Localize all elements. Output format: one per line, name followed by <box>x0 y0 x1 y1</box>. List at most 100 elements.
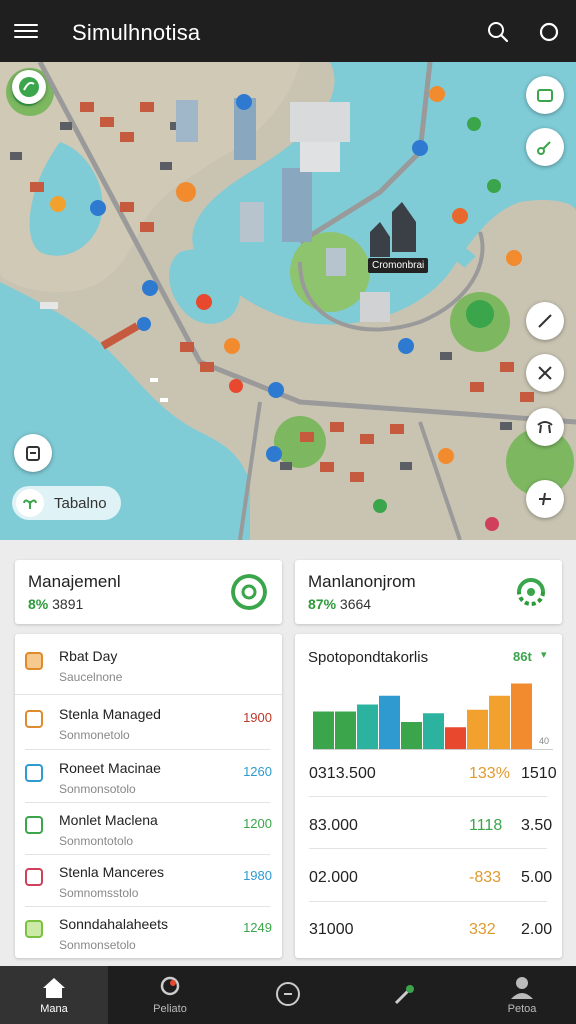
stat-title: Manajemenl <box>28 572 121 591</box>
stat-percent: 8% <box>28 596 49 612</box>
city-map[interactable]: Cromonbrai Tabalno <box>0 62 576 540</box>
chart-bar[interactable] <box>423 713 444 750</box>
draw-button[interactable] <box>526 302 564 340</box>
map-filter-chip[interactable]: Tabalno <box>12 486 121 520</box>
map-place-label[interactable]: Cromonbrai <box>368 258 429 273</box>
chart-bar[interactable] <box>379 695 400 750</box>
row-value-b: -833 <box>469 869 502 886</box>
chart-bar[interactable] <box>445 727 466 750</box>
chart-badge[interactable]: 86t <box>513 649 532 664</box>
calendar-icon <box>25 652 43 670</box>
menu-icon[interactable] <box>14 20 38 42</box>
list-item[interactable]: Roneet Macinae Sonmonsotolo 1260 <box>15 754 282 806</box>
chart-bar[interactable] <box>313 711 334 751</box>
nav-label: Peliato <box>153 1003 187 1015</box>
list-item-subtitle: Sonmonsetolo <box>59 938 136 952</box>
list-item-name: Stenla Managed <box>59 706 161 722</box>
document-button[interactable] <box>14 434 52 472</box>
list-item-name: Rbat Day <box>59 648 118 664</box>
divider <box>25 906 270 907</box>
list-item[interactable]: Stenla Manceres Somnomsstolo 1980 <box>15 858 282 910</box>
account-circle-icon[interactable] <box>537 20 561 44</box>
app-root: Simulhnotisa Cromonbrai Tabalno Manajeme… <box>0 0 576 1024</box>
list-item-name: Roneet Macinae <box>59 760 161 776</box>
plant-icon <box>16 489 44 517</box>
chart-bar[interactable] <box>489 695 510 750</box>
divider <box>25 802 270 803</box>
row-value-b: 133% <box>469 765 510 782</box>
chart-bar[interactable] <box>467 709 488 750</box>
list-item-subtitle: Sonmontotolo <box>59 834 134 848</box>
row-value-a: 31000 <box>309 921 354 938</box>
chart-bar[interactable] <box>335 711 356 751</box>
stat-number: 3664 <box>339 596 372 612</box>
list-item-value: 1260 <box>243 764 272 779</box>
stat-number: 3891 <box>52 596 84 612</box>
stat-value: 8% 3891 <box>28 596 83 612</box>
nav-label: Mana <box>40 1003 68 1015</box>
list-item-value: 1980 <box>243 868 272 883</box>
list-item-value: 1900 <box>243 710 272 725</box>
row-value-b: 1118 <box>469 817 503 834</box>
table-row[interactable]: 0313.500 133% 1510 <box>309 765 557 813</box>
table-button[interactable] <box>526 408 564 446</box>
row-value-c: 5.00 <box>521 869 553 886</box>
divider <box>309 796 547 797</box>
chart-title: Spotopondtakorlis <box>308 649 429 666</box>
table-row[interactable]: 31000 332 2.00 <box>309 921 552 969</box>
row-value-c: 1510 <box>521 765 557 782</box>
clock-icon <box>25 710 43 728</box>
profile-icon <box>511 977 533 999</box>
list-item[interactable]: Stenla Managed Sonmonetolo 1900 <box>15 700 282 752</box>
stat-card-management[interactable]: Manajemenl 8% 3891 <box>15 560 282 624</box>
tool-icon <box>394 985 414 1005</box>
chart-bar[interactable] <box>401 722 422 750</box>
chart-bar[interactable] <box>357 704 378 751</box>
route-button[interactable] <box>526 128 564 166</box>
list-item[interactable]: Rbat Day Saucelnone <box>15 642 282 694</box>
nav-home[interactable]: Mana <box>0 966 108 1024</box>
chart-bar[interactable] <box>511 683 532 751</box>
list-item-value: 1249 <box>243 920 272 935</box>
stat-card-maintenance[interactable]: Manlanonjrom 87% 3664 <box>295 560 562 624</box>
table-row[interactable]: 83.000 1118 3.50 <box>309 817 552 865</box>
bar-chart <box>313 683 553 751</box>
stat-value: 87% 3664 <box>308 596 371 612</box>
close-button[interactable] <box>526 354 564 392</box>
list-item[interactable]: Monlet Maclena Sonmontotolo 1200 <box>15 806 282 858</box>
nav-tools[interactable] <box>350 966 458 1024</box>
list-item-value: 1200 <box>243 816 272 831</box>
resource-list: Rbat Day Saucelnone Stenla Managed Sonmo… <box>15 634 282 958</box>
search-icon[interactable] <box>486 20 510 44</box>
list-item-name: Monlet Maclena <box>59 812 158 828</box>
top-app-bar: Simulhnotisa <box>0 0 576 62</box>
table-row[interactable]: 02.000 -833 5.00 <box>309 869 552 917</box>
layers-icon <box>537 89 553 102</box>
list-item-subtitle: Sonmonetolo <box>59 728 130 742</box>
leaf-icon <box>25 920 43 938</box>
list-item-name: Sonndahalaheets <box>59 916 168 932</box>
nav-profile[interactable]: Petoa <box>468 966 576 1024</box>
nav-label: Petoa <box>507 1003 537 1015</box>
wrench-icon <box>539 492 551 506</box>
route-icon <box>537 141 551 155</box>
people-icon <box>25 868 43 886</box>
divider <box>309 901 547 902</box>
layers-button[interactable] <box>526 76 564 114</box>
list-item[interactable]: Sonndahalaheets Sonmonsetolo 1249 <box>15 910 282 962</box>
home-icon <box>43 978 65 998</box>
tools-button[interactable] <box>526 480 564 518</box>
map-logo-button[interactable] <box>12 70 46 104</box>
nav-places[interactable]: Peliato <box>116 966 224 1024</box>
list-item-subtitle: Somnomsstolo <box>59 886 139 900</box>
nav-explore[interactable] <box>234 966 342 1024</box>
stat-title: Manlanonjrom <box>308 572 416 591</box>
map-chip-label: Tabalno <box>54 494 107 512</box>
chevron-down-icon[interactable]: ▾ <box>541 648 547 661</box>
list-item-name: Stenla Manceres <box>59 864 165 880</box>
row-value-a: 0313.500 <box>309 765 376 782</box>
close-icon <box>538 366 552 380</box>
map-illustration <box>0 62 576 540</box>
chart-tick-label: 40 <box>539 736 550 746</box>
leaf-logo-icon <box>19 77 39 97</box>
